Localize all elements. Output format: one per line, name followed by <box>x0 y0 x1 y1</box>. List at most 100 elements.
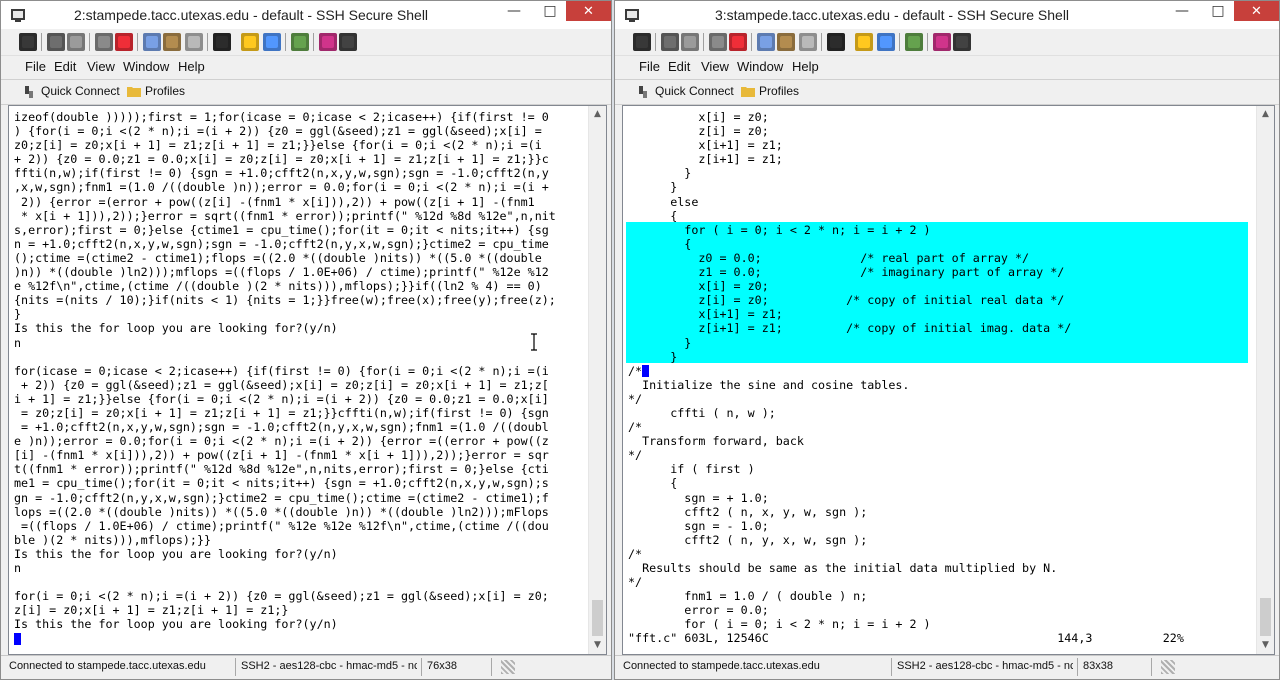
toolbar-separator <box>313 33 314 51</box>
print-preview-icon[interactable] <box>67 33 85 51</box>
vertical-scrollbar[interactable]: ▲ ▼ <box>1256 106 1274 654</box>
terminal-area[interactable]: x[i] = z0; z[i] = z0; x[i+1] = z1; z[i+1… <box>622 105 1275 655</box>
keyboard-icon <box>1161 660 1175 674</box>
ssh-app-icon <box>625 9 639 22</box>
paste-icon[interactable] <box>777 33 795 51</box>
print-icon[interactable] <box>47 33 65 51</box>
paste-icon[interactable] <box>163 33 181 51</box>
toolbar <box>615 29 1279 56</box>
copy-icon[interactable] <box>757 33 775 51</box>
menu-view[interactable]: View <box>87 59 115 74</box>
ssh-window-left[interactable]: 2:stampede.tacc.utexas.edu - default - S… <box>0 0 612 680</box>
status-separator <box>421 658 422 676</box>
scroll-down-arrow-icon[interactable]: ▼ <box>1257 637 1274 654</box>
minimize-icon: — <box>507 3 521 19</box>
maximize-button[interactable]: □ <box>1203 1 1233 21</box>
save-icon[interactable] <box>19 33 37 51</box>
menu-file[interactable]: File <box>25 59 46 74</box>
quick-connect-button[interactable]: Quick Connect <box>655 84 734 98</box>
menu-file[interactable]: File <box>639 59 660 74</box>
menu-view[interactable]: View <box>701 59 729 74</box>
toolbar-separator <box>899 33 900 51</box>
scroll-up-arrow-icon[interactable]: ▲ <box>1257 106 1274 123</box>
cut-icon[interactable] <box>709 33 727 51</box>
copy-icon[interactable] <box>143 33 161 51</box>
sftp-icon[interactable] <box>241 33 259 51</box>
menu-bar: File Edit View Window Help <box>615 56 1279 78</box>
close-button[interactable]: ✕ <box>1234 1 1279 21</box>
sftp-icon[interactable] <box>855 33 873 51</box>
save-icon[interactable] <box>633 33 651 51</box>
delete-icon[interactable] <box>115 33 133 51</box>
terminal-text: izeof(double )))));first = 1;for(icase =… <box>14 110 556 632</box>
ssh-window-right[interactable]: 3:stampede.tacc.utexas.edu - default - S… <box>614 0 1280 680</box>
quick-connect-icon <box>639 86 647 98</box>
help-book-icon[interactable] <box>319 33 337 51</box>
transfer-icon[interactable] <box>263 33 281 51</box>
help-book-icon[interactable] <box>933 33 951 51</box>
status-separator <box>891 658 892 676</box>
close-button[interactable]: ✕ <box>566 1 611 21</box>
menu-edit[interactable]: Edit <box>668 59 690 74</box>
cut-icon[interactable] <box>95 33 113 51</box>
vertical-scrollbar[interactable]: ▲ ▼ <box>588 106 606 654</box>
minimize-button[interactable]: — <box>499 1 529 21</box>
terminal-cursor <box>14 633 21 645</box>
scroll-up-arrow-icon[interactable]: ▲ <box>589 106 606 123</box>
scrollbar-thumb[interactable] <box>1260 598 1271 636</box>
menu-help[interactable]: Help <box>792 59 819 74</box>
menu-window[interactable]: Window <box>123 59 169 74</box>
status-separator <box>491 658 492 676</box>
menu-edit[interactable]: Edit <box>54 59 76 74</box>
context-help-icon[interactable] <box>953 33 971 51</box>
toolbar-separator <box>751 33 752 51</box>
cipher-status: SSH2 - aes128-cbc - hmac-md5 - nc <box>897 660 1073 672</box>
find-icon[interactable] <box>213 33 231 51</box>
transfer-icon[interactable] <box>877 33 895 51</box>
connection-status: Connected to stampede.tacc.utexas.edu <box>623 660 820 672</box>
terminal-area[interactable]: izeof(double )))));first = 1;for(icase =… <box>8 105 607 655</box>
title-bar[interactable]: 2:stampede.tacc.utexas.edu - default - S… <box>1 1 611 29</box>
quick-connect-bar: Quick Connect Profiles <box>615 79 1279 105</box>
status-bar: Connected to stampede.tacc.utexas.edu SS… <box>1 655 611 679</box>
menu-help[interactable]: Help <box>178 59 205 74</box>
close-icon: ✕ <box>1251 3 1262 19</box>
scrollbar-thumb[interactable] <box>592 600 603 636</box>
toolbar-separator <box>703 33 704 51</box>
toolbar-separator <box>41 33 42 51</box>
status-separator <box>1151 658 1152 676</box>
print-preview-icon[interactable] <box>681 33 699 51</box>
settings-icon[interactable] <box>291 33 309 51</box>
toolbar <box>1 29 611 56</box>
minimize-button[interactable]: — <box>1167 1 1197 21</box>
settings-icon[interactable] <box>905 33 923 51</box>
maximize-icon: □ <box>1211 3 1225 19</box>
paste-special-icon[interactable] <box>799 33 817 51</box>
quick-connect-button[interactable]: Quick Connect <box>41 84 120 98</box>
folder-icon <box>127 87 141 97</box>
scroll-down-arrow-icon[interactable]: ▼ <box>589 637 606 654</box>
maximize-button[interactable]: □ <box>535 1 565 21</box>
print-icon[interactable] <box>661 33 679 51</box>
window-title: 3:stampede.tacc.utexas.edu - default - S… <box>714 7 1070 23</box>
connection-status: Connected to stampede.tacc.utexas.edu <box>9 660 206 672</box>
terminal-size-status: 76x38 <box>427 660 457 672</box>
minimize-icon: — <box>1175 3 1189 19</box>
menu-bar: File Edit View Window Help <box>1 56 611 78</box>
terminal-cursor <box>642 365 649 377</box>
terminal-size-status: 83x38 <box>1083 660 1113 672</box>
paste-special-icon[interactable] <box>185 33 203 51</box>
find-icon[interactable] <box>827 33 845 51</box>
toolbar-separator <box>821 33 822 51</box>
profiles-button[interactable]: Profiles <box>145 84 185 98</box>
menu-window[interactable]: Window <box>737 59 783 74</box>
folder-icon <box>741 87 755 97</box>
maximize-icon: □ <box>543 3 557 19</box>
status-bar: Connected to stampede.tacc.utexas.edu SS… <box>615 655 1279 679</box>
profiles-button[interactable]: Profiles <box>759 84 799 98</box>
delete-icon[interactable] <box>729 33 747 51</box>
toolbar-separator <box>285 33 286 51</box>
title-bar[interactable]: 3:stampede.tacc.utexas.edu - default - S… <box>615 1 1279 29</box>
toolbar-separator <box>207 33 208 51</box>
context-help-icon[interactable] <box>339 33 357 51</box>
